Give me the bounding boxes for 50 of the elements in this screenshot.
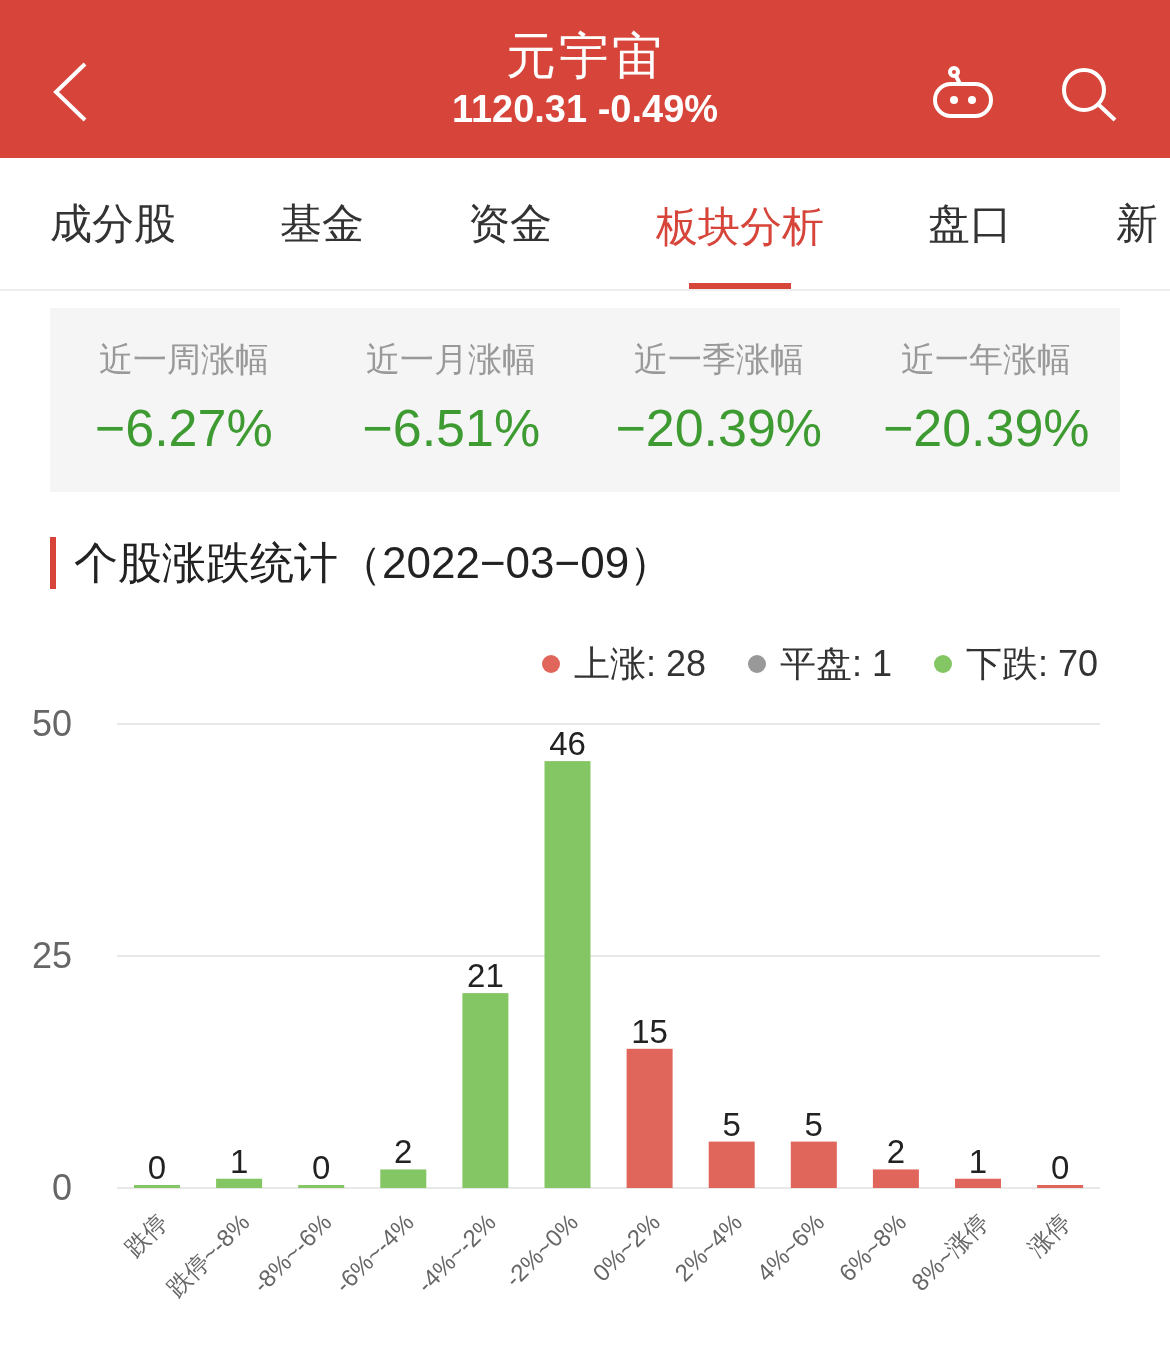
section-title: 个股涨跌统计（2022−03−09） (74, 536, 674, 589)
bar (790, 1141, 837, 1188)
data-label: 1 (968, 1142, 988, 1180)
bar (955, 1178, 1001, 1188)
data-label: 15 (631, 1012, 668, 1050)
x-tick-label: 跌停 (119, 1208, 173, 1262)
stat-label: 近一季涨幅 (633, 339, 804, 380)
tab[interactable]: 板块分析 (656, 158, 824, 289)
data-label: 5 (722, 1105, 741, 1143)
robot-icon[interactable] (932, 66, 994, 120)
y-tick-label: 25 (31, 935, 72, 976)
tab[interactable]: 盘口 (928, 158, 1012, 289)
bar (216, 1178, 263, 1188)
stat-value: −20.39% (615, 398, 823, 459)
bar (872, 1169, 919, 1188)
page-title: 元宇宙 (505, 27, 665, 86)
tab[interactable]: 成分股 (50, 158, 176, 289)
x-tick-label: 涨停 (1022, 1208, 1076, 1262)
y-tick-label: 50 (31, 703, 72, 744)
legend-label: 上涨: 28 (573, 641, 706, 686)
data-label: 0 (1050, 1149, 1070, 1186)
stat-value: −20.39% (882, 398, 1090, 459)
bar (708, 1141, 755, 1188)
stat-label: 近一年涨幅 (901, 339, 1072, 380)
data-label: 5 (804, 1105, 823, 1143)
bar (1037, 1185, 1084, 1188)
data-label: 1 (229, 1142, 249, 1180)
tab[interactable]: 基金 (280, 158, 364, 289)
stat-value: −6.27% (94, 398, 273, 459)
bar (134, 1185, 180, 1188)
search-icon[interactable] (1060, 66, 1118, 122)
tab[interactable]: 资金 (468, 158, 552, 289)
bar (380, 1169, 427, 1188)
stat-value: −6.51% (362, 398, 541, 459)
back-icon[interactable] (52, 62, 88, 122)
data-label: 2 (886, 1133, 906, 1171)
data-label: 21 (467, 957, 504, 995)
legend-label: 下跌: 70 (965, 641, 1098, 686)
tab[interactable]: 新 (1116, 158, 1158, 289)
data-label: 2 (394, 1133, 413, 1171)
data-label: 0 (147, 1149, 167, 1186)
bar (298, 1185, 345, 1188)
legend-label: 平盘: 1 (779, 641, 892, 686)
data-label: 0 (312, 1149, 331, 1186)
accent-bar (50, 537, 56, 589)
y-tick-label: 0 (51, 1167, 72, 1208)
stat-label: 近一周涨幅 (98, 339, 269, 380)
data-label: 46 (549, 725, 586, 763)
stat-label: 近一月涨幅 (366, 339, 537, 380)
index-quote: 1120.31 -0.49% (451, 87, 719, 132)
